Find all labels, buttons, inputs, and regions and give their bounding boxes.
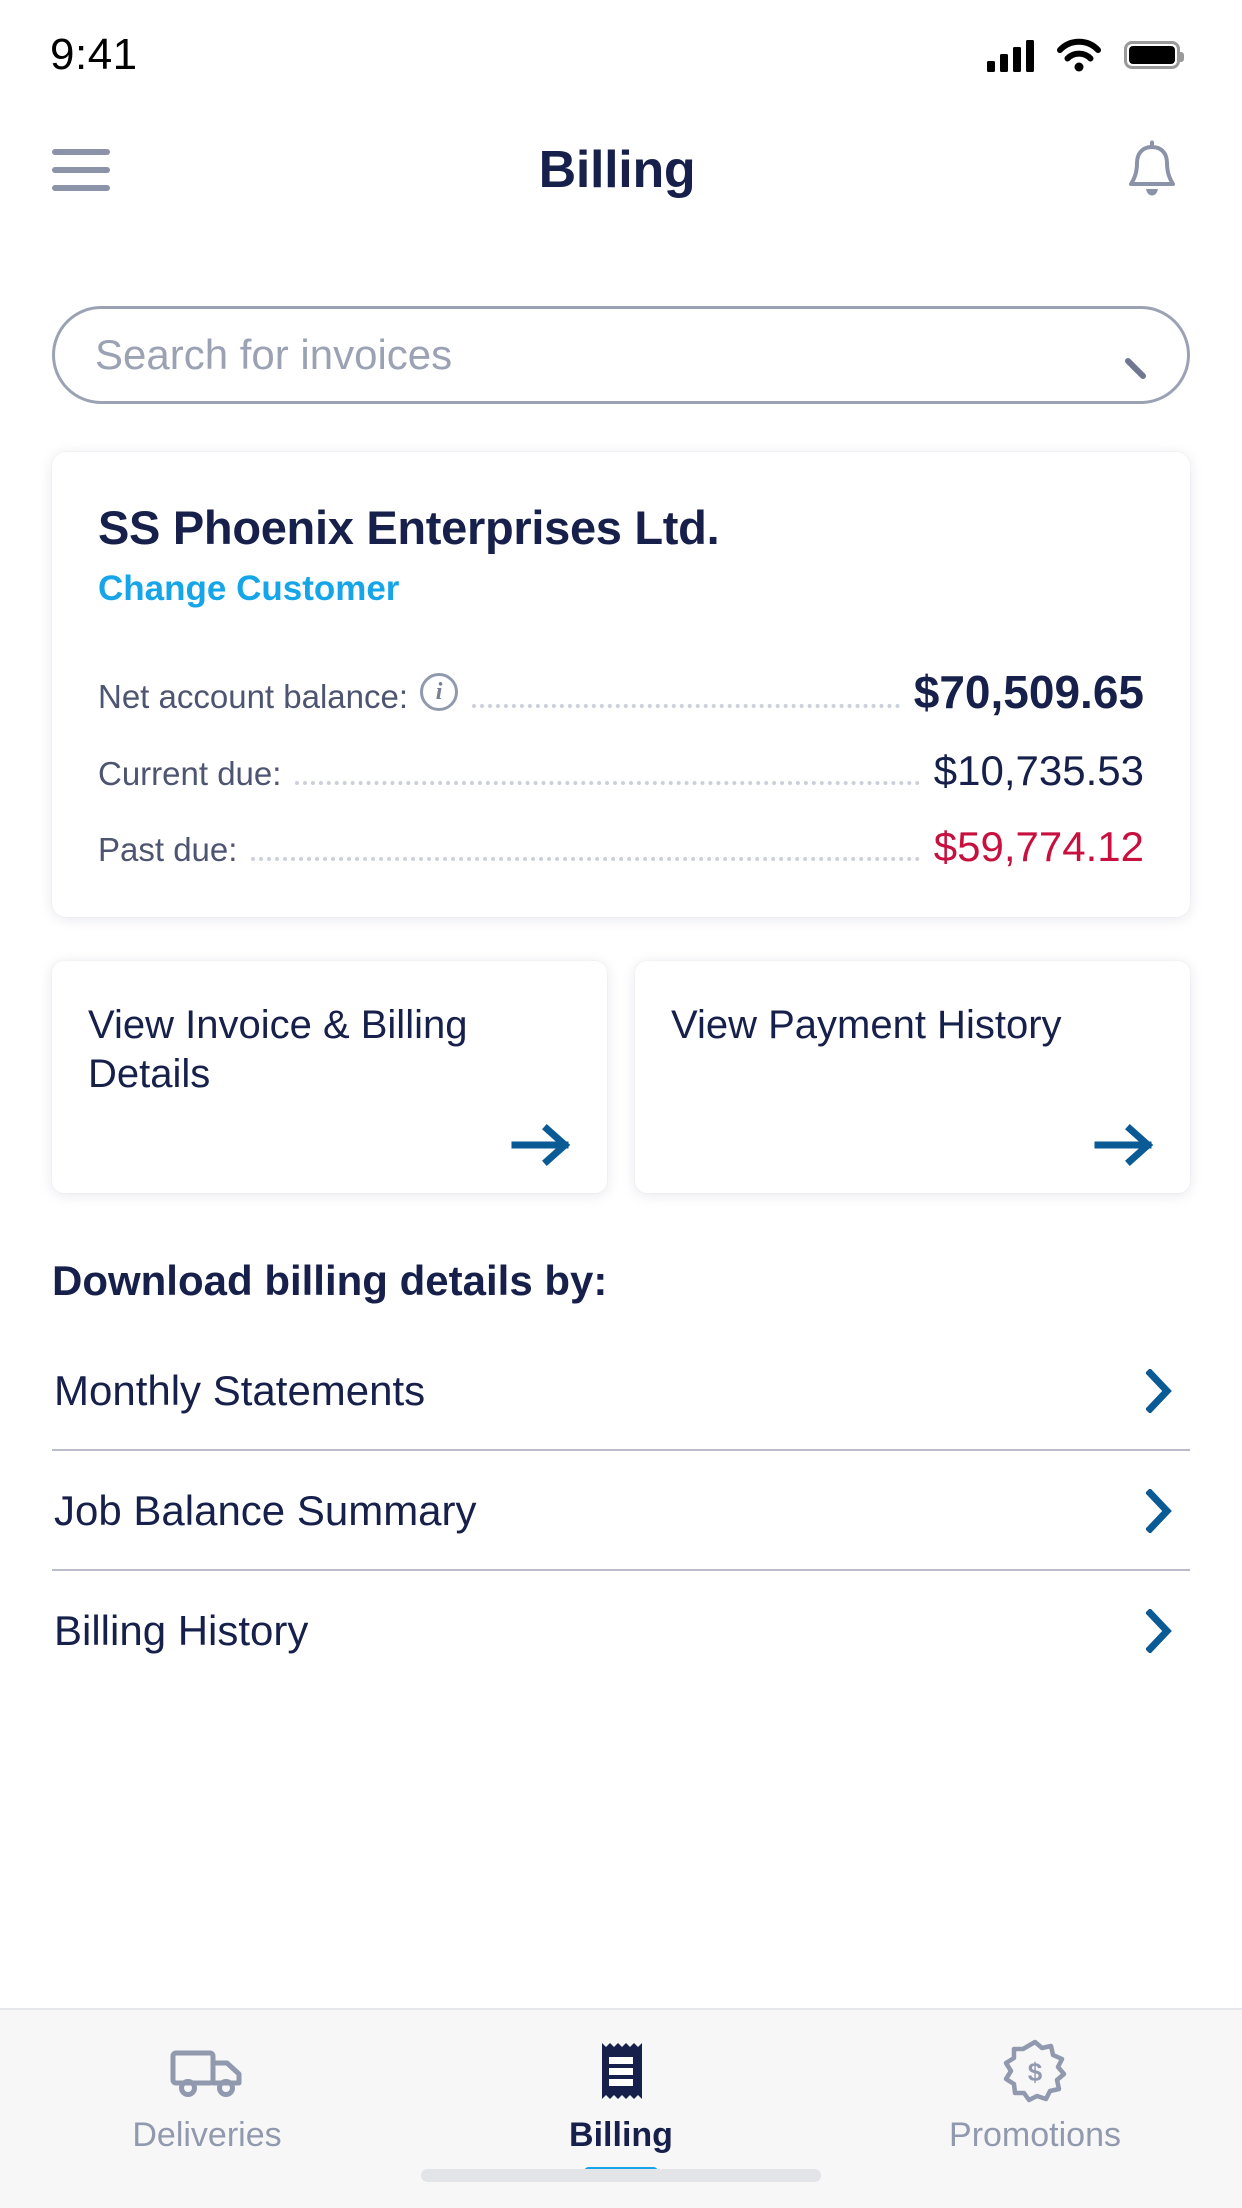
status-bar: 9:41: [0, 0, 1242, 110]
app-header: Billing: [0, 110, 1242, 230]
search-icon[interactable]: [1095, 328, 1149, 382]
dotted-leader: [251, 857, 920, 861]
change-customer-link[interactable]: Change Customer: [98, 569, 1144, 609]
main-content: SS Phoenix Enterprises Ltd. Change Custo…: [0, 230, 1242, 2008]
download-item-monthly-statements[interactable]: Monthly Statements: [52, 1331, 1190, 1451]
home-indicator: [421, 2169, 821, 2182]
chevron-right-icon[interactable]: [1146, 1489, 1172, 1533]
arrow-right-icon[interactable]: [511, 1123, 573, 1167]
download-section-heading: Download billing details by:: [52, 1257, 608, 1304]
tab-label: Deliveries: [132, 2116, 282, 2154]
balance-rows: Net account balance: i $70,509.65 Curren…: [98, 665, 1144, 871]
balance-row-past-due: Past due: $59,774.12: [98, 823, 1144, 871]
arrow-right-icon[interactable]: [1094, 1123, 1156, 1167]
download-item-label: Billing History: [54, 1607, 309, 1654]
app-screen: 9:41 Billing Search for invoices SS Phoe…: [0, 0, 1242, 2208]
receipt-icon: [594, 2040, 648, 2102]
customer-balance-card: SS Phoenix Enterprises Ltd. Change Custo…: [52, 452, 1190, 917]
customer-name: SS Phoenix Enterprises Ltd.: [98, 501, 720, 554]
balance-row-current-due: Current due: $10,735.53: [98, 747, 1144, 795]
svg-text:$: $: [1028, 2057, 1043, 2087]
tab-deliveries[interactable]: Deliveries: [0, 2040, 414, 2155]
balance-label: Past due:: [98, 831, 238, 868]
balance-label: Current due:: [98, 755, 282, 792]
action-card-title: View Invoice & Billing Details: [88, 1003, 468, 1097]
download-list: Monthly Statements Job Balance Summary B…: [52, 1331, 1190, 1689]
wifi-icon: [1057, 38, 1101, 72]
balance-row-net: Net account balance: i $70,509.65: [98, 665, 1144, 719]
balance-label: Net account balance:: [98, 678, 409, 715]
balance-value: $59,774.12: [933, 823, 1144, 870]
download-item-label: Job Balance Summary: [54, 1487, 477, 1534]
download-item-job-balance-summary[interactable]: Job Balance Summary: [52, 1451, 1190, 1571]
balance-value: $70,509.65: [913, 666, 1144, 718]
cellular-signal-icon: [987, 38, 1034, 72]
action-card-row: View Invoice & Billing Details View Paym…: [52, 961, 1190, 1193]
chevron-right-icon[interactable]: [1146, 1609, 1172, 1653]
page-title: Billing: [538, 141, 696, 199]
download-item-billing-history[interactable]: Billing History: [52, 1571, 1190, 1689]
status-icons: [987, 38, 1184, 72]
view-invoice-billing-details-card[interactable]: View Invoice & Billing Details: [52, 961, 607, 1193]
truck-icon: [169, 2040, 245, 2102]
badge-dollar-icon: $: [1003, 2039, 1067, 2103]
chevron-right-icon[interactable]: [1146, 1369, 1172, 1413]
view-payment-history-card[interactable]: View Payment History: [635, 961, 1190, 1193]
tab-label: Promotions: [949, 2116, 1121, 2154]
info-circle-icon[interactable]: i: [420, 673, 459, 711]
tab-billing[interactable]: Billing: [414, 2040, 828, 2176]
search-bar[interactable]: [52, 306, 1190, 404]
status-time: 9:41: [50, 30, 138, 79]
balance-value: $10,735.53: [933, 747, 1144, 794]
dotted-leader: [472, 704, 900, 708]
tab-label: Billing: [569, 2116, 673, 2154]
search-input[interactable]: [95, 331, 1095, 379]
dotted-leader: [295, 781, 920, 785]
hamburger-menu-icon[interactable]: [52, 149, 110, 191]
action-card-title: View Payment History: [671, 1003, 1062, 1047]
bell-icon[interactable]: [1124, 140, 1180, 200]
battery-full-icon: [1124, 41, 1184, 69]
download-item-label: Monthly Statements: [54, 1367, 426, 1414]
tab-promotions[interactable]: $ Promotions: [828, 2039, 1242, 2155]
